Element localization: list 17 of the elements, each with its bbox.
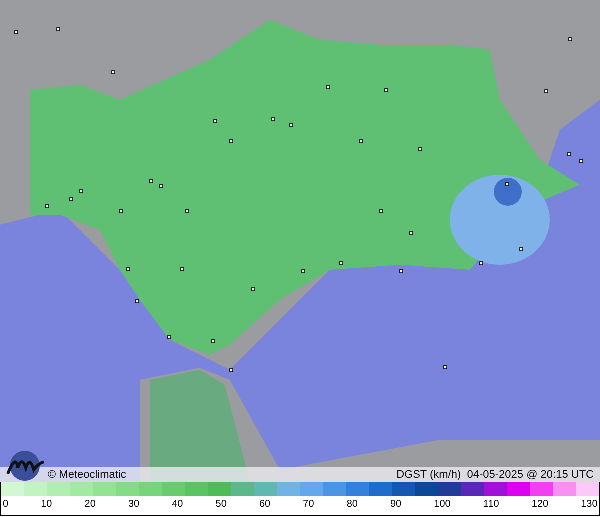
credit-text: © Meteoclimatic bbox=[48, 468, 126, 480]
scale-label: 20 bbox=[84, 499, 96, 510]
map-caption: DGST (km/h) 04-05-2025 @ 20:15 UTC bbox=[396, 468, 594, 480]
scale-label: 70 bbox=[303, 499, 314, 510]
logo-icon bbox=[4, 450, 46, 482]
scale-label: 100 bbox=[434, 499, 451, 510]
scale-label: 90 bbox=[390, 499, 402, 510]
scale-label: 40 bbox=[172, 499, 184, 510]
scale-label: 80 bbox=[346, 499, 358, 510]
scale-label: 60 bbox=[259, 499, 271, 510]
scale-label: 10 bbox=[41, 499, 52, 510]
scale-label: 120 bbox=[532, 499, 549, 510]
scale-label: 110 bbox=[483, 499, 500, 510]
scale-label: 30 bbox=[128, 499, 140, 510]
scale-label: 0 bbox=[3, 499, 9, 510]
scale-label: 50 bbox=[216, 499, 227, 510]
scale-label: 130 bbox=[581, 499, 598, 510]
